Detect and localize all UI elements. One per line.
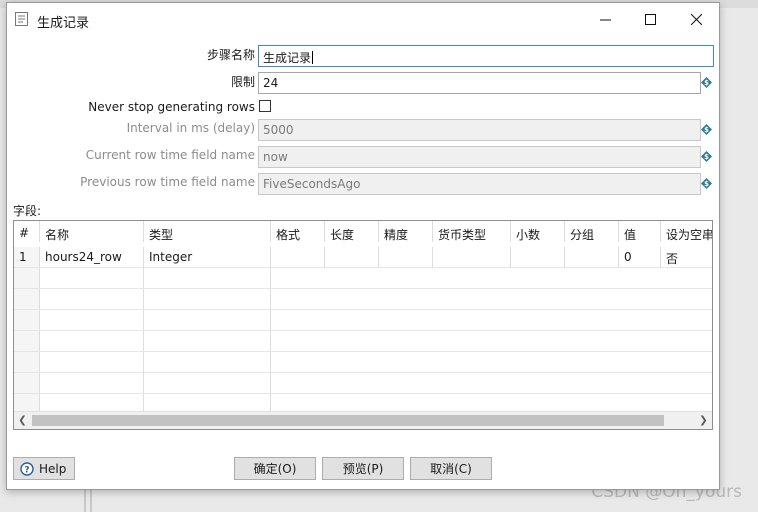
table-cell [14,352,40,373]
interval-input[interactable]: 5000 [258,119,701,141]
minimize-icon [599,19,611,20]
column-header[interactable]: 长度 [325,221,379,242]
table-cell [14,310,40,331]
scroll-left-icon[interactable]: ❮ [14,412,31,429]
variable-dollar-icon[interactable]: $ [701,124,712,135]
close-button[interactable] [673,3,719,35]
table-cell [14,373,40,394]
table-cell [14,331,40,352]
table-cell [14,268,40,289]
fields-table[interactable]: # 名称 类型 格式 长度 精度 货币类型 小数 分组 值 设为空串 1 hou… [13,220,713,430]
never-stop-label: Never stop generating rows [88,100,255,114]
help-button-label: Help [39,461,67,476]
dialog-title: 生成记录 [37,16,90,31]
cancel-button[interactable]: 取消(C) [410,457,492,480]
column-header[interactable]: 精度 [379,221,433,242]
column-header[interactable]: 货币类型 [433,221,511,242]
current-time-value: now [263,150,288,164]
svg-text:$: $ [704,79,709,87]
interval-label: Interval in ms (delay) [126,121,255,135]
maximize-icon [644,13,656,25]
text-caret [312,51,314,64]
maximize-button[interactable] [627,3,673,35]
current-time-input[interactable]: now [258,146,701,168]
table-cell[interactable] [511,247,565,268]
table-cell[interactable]: hours24_row [40,247,144,268]
minimize-button[interactable] [582,3,628,35]
table-cell[interactable] [271,247,325,268]
table-cell[interactable] [40,331,144,352]
table-cell[interactable] [40,289,144,310]
svg-text:$: $ [704,153,709,161]
preview-button-label: 预览(P) [342,462,384,476]
table-cell[interactable] [144,331,271,352]
scrollbar-thumb[interactable] [32,415,664,426]
previous-time-label: Previous row time field name [80,175,255,189]
ok-button[interactable]: 确定(O) [234,457,316,480]
close-icon [690,13,702,25]
generate-rows-dialog: 生成记录 步骤名称 生成记录 限制 24 $ Never stop genera… [6,2,720,490]
horizontal-scrollbar[interactable]: ❮ ❯ [14,411,712,429]
column-header[interactable]: 类型 [144,221,271,242]
table-cell[interactable] [271,331,712,352]
table-cell[interactable]: Integer [144,247,271,268]
ok-button-label: 确定(O) [253,462,297,476]
scroll-right-icon[interactable]: ❯ [695,412,712,429]
limit-label: 限制 [230,75,255,89]
column-header[interactable]: 小数 [511,221,565,242]
app-icon [15,12,28,26]
background-splitter [84,488,92,512]
variable-dollar-icon[interactable]: $ [701,77,712,88]
table-cell[interactable] [144,373,271,394]
table-cell[interactable] [40,352,144,373]
table-cell[interactable] [144,289,271,310]
variable-dollar-icon[interactable]: $ [701,178,712,189]
previous-time-input[interactable]: FiveSecondsAgo [258,173,701,195]
preview-button[interactable]: 预览(P) [322,457,404,480]
current-time-label: Current row time field name [85,148,255,162]
column-header[interactable]: 分组 [565,221,619,242]
table-cell[interactable] [144,268,271,289]
table-cell[interactable] [144,352,271,373]
table-cell[interactable] [271,268,712,289]
help-icon: ? [20,461,34,476]
title-bar[interactable]: 生成记录 [7,3,719,35]
table-cell[interactable] [144,310,271,331]
fields-section-label: 字段: [13,204,42,218]
limit-value: 24 [263,76,279,90]
previous-time-value: FiveSecondsAgo [263,177,361,191]
table-cell[interactable] [271,289,712,310]
column-header[interactable]: # [14,221,40,242]
variable-dollar-icon[interactable]: $ [701,151,712,162]
help-button[interactable]: ? Help [13,457,75,480]
svg-text:?: ? [24,465,29,475]
table-cell[interactable] [325,247,379,268]
step-name-label: 步骤名称 [206,48,255,62]
cancel-button-label: 取消(C) [430,462,472,476]
table-cell: 1 [14,247,40,268]
column-header[interactable]: 设为空串 [661,221,712,242]
table-cell[interactable]: 0 [619,247,661,268]
table-cell [14,289,40,310]
table-cell[interactable] [271,373,712,394]
table-cell[interactable] [40,373,144,394]
step-name-value: 生成记录 [263,51,312,65]
svg-text:$: $ [704,126,709,134]
column-header[interactable]: 名称 [40,221,144,242]
table-cell[interactable] [271,352,712,373]
table-cell[interactable] [433,247,511,268]
table-cell[interactable]: 否 [661,247,712,268]
interval-value: 5000 [263,123,294,137]
never-stop-checkbox[interactable] [259,100,271,112]
column-header[interactable]: 格式 [271,221,325,242]
table-cell[interactable] [565,247,619,268]
table-cell[interactable] [40,268,144,289]
table-cell[interactable] [379,247,433,268]
step-name-input[interactable]: 生成记录 [258,45,714,67]
table-cell[interactable] [40,310,144,331]
column-header[interactable]: 值 [619,221,661,242]
table-cell[interactable] [271,310,712,331]
limit-input[interactable]: 24 [258,72,701,94]
svg-text:$: $ [704,180,709,188]
